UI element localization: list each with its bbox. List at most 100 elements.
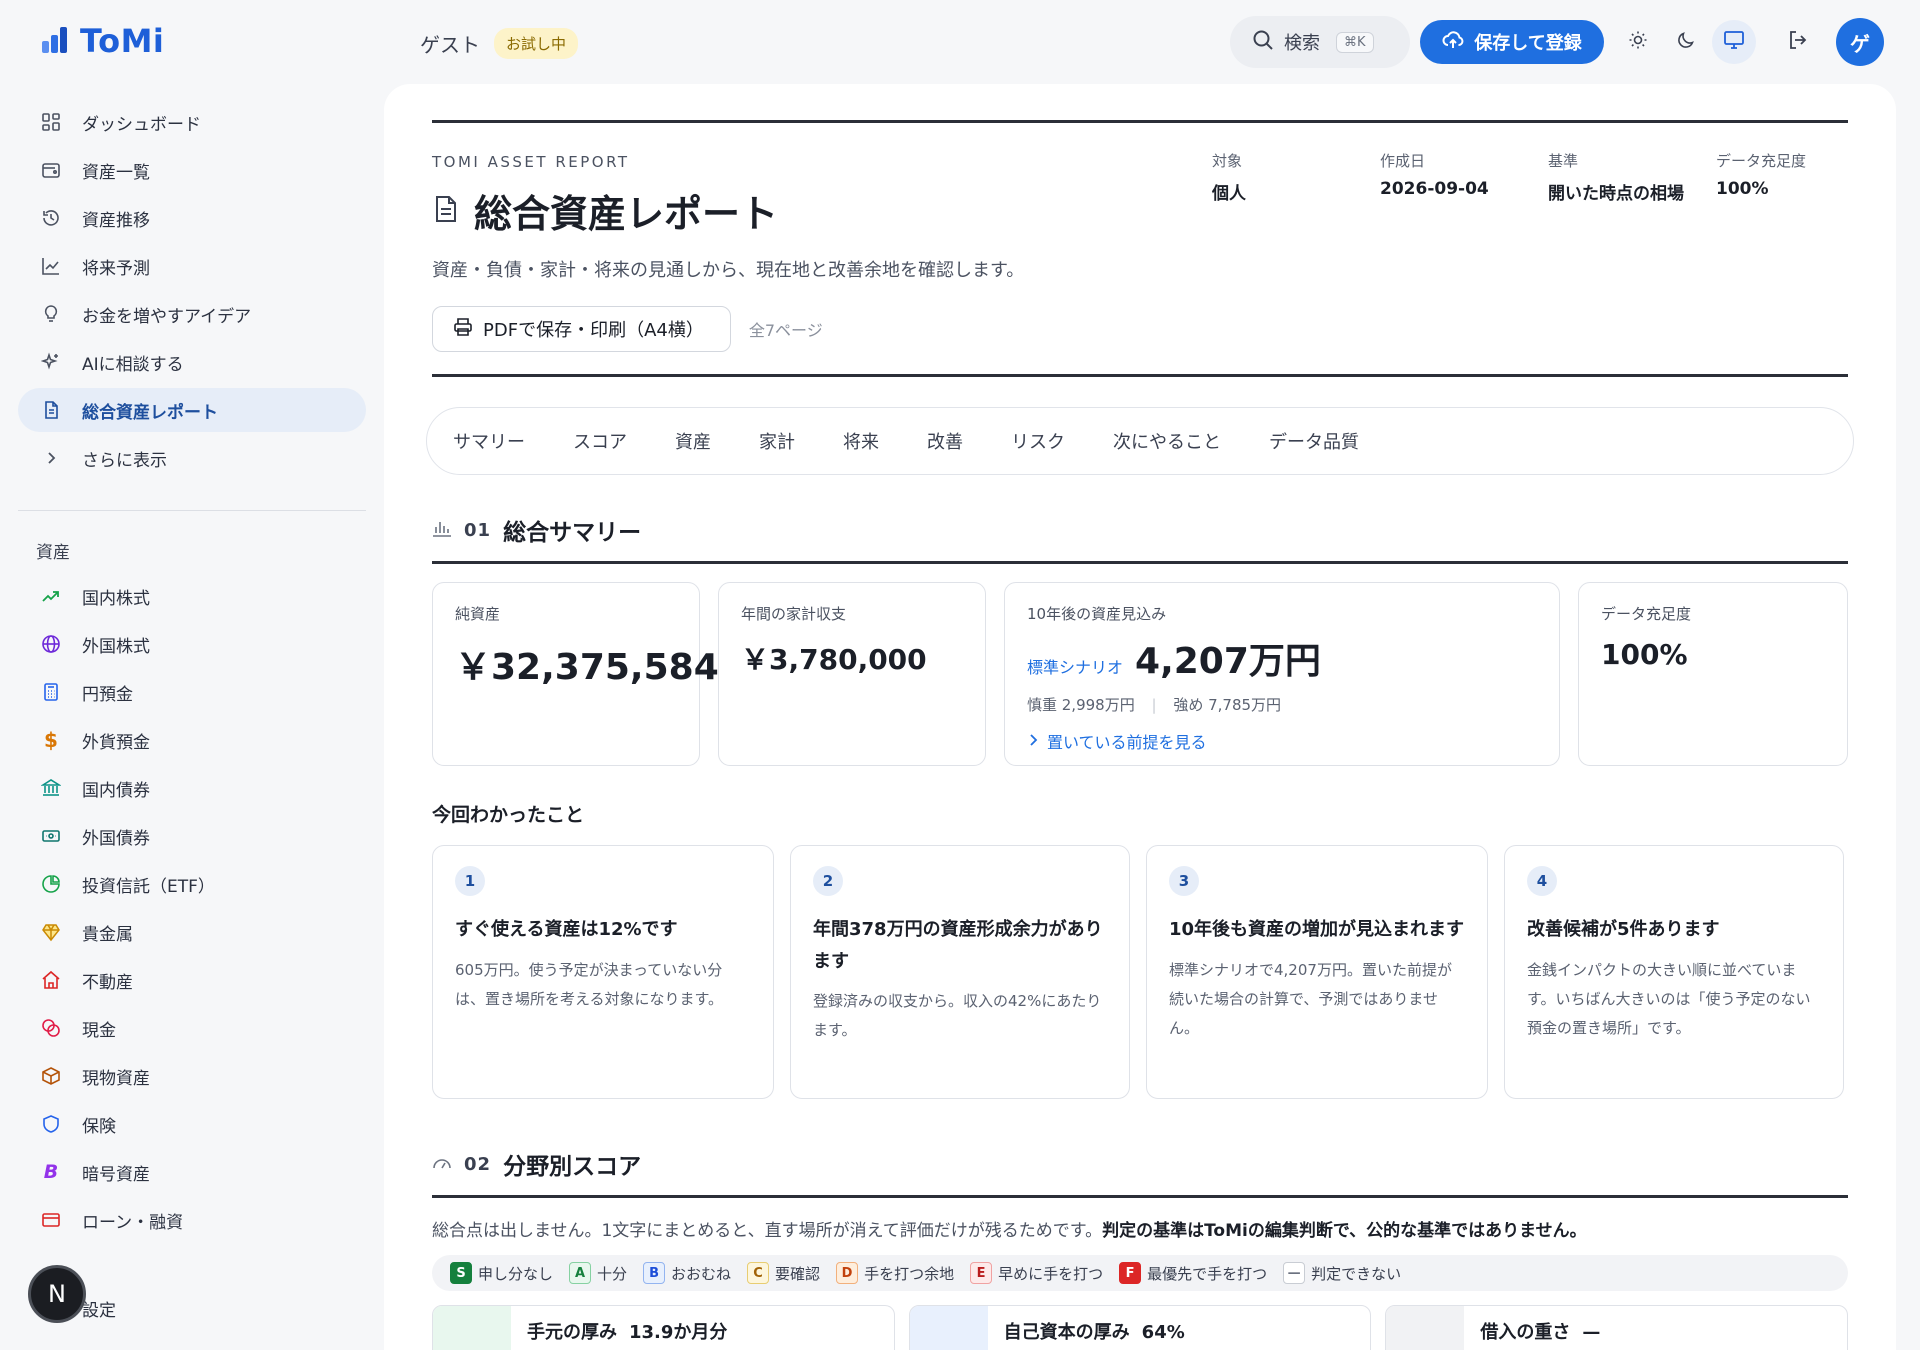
legend-item: D 手を打つ余地: [836, 1262, 954, 1284]
dollar-icon: $: [44, 728, 58, 752]
kpi-label: 10年後の資産見込み: [1027, 605, 1167, 623]
forecast-value: 4,207万円: [1135, 641, 1321, 682]
score-heading: 02 分野別スコア: [432, 1147, 1848, 1181]
assets-heading: 資産: [36, 543, 70, 563]
tab-future[interactable]: 将来: [843, 428, 879, 454]
kpi-value: ￥32,375,584: [455, 647, 719, 688]
sidebar-item-cash[interactable]: 現金: [18, 1006, 366, 1050]
finding-number: 4: [1527, 866, 1557, 896]
score-card-value: 64%: [1141, 1322, 1185, 1343]
sidebar-item-dashboard[interactable]: ダッシュボード: [18, 100, 366, 144]
system-mode-button[interactable]: [1712, 20, 1756, 64]
theme-switcher: [1616, 20, 1756, 64]
page-title: 総合資産レポート: [474, 192, 779, 236]
sidebar-item-real-estate[interactable]: 不動産: [18, 958, 366, 1002]
app-logo[interactable]: ToMi: [40, 22, 164, 60]
wallet-icon: [40, 159, 62, 181]
sidebar-item-label: 外国債券: [82, 828, 150, 849]
history-icon: [40, 207, 62, 229]
score-section: 02 分野別スコア 総合点は出しません。1文字にまとめると、直す場所が消えて評価…: [432, 1147, 1849, 1350]
score-cards: 手元の厚み13.9か月分収入が止まっても、しばらくは暮らしを続け 自己資本の厚み6…: [432, 1305, 1849, 1350]
sidebar-item-label: 外貨預金: [82, 732, 150, 753]
finding-body: 605万円。使う予定が決まっていない分は、置き場所を考える対象になります。: [455, 960, 724, 1008]
sparkle-icon: [40, 351, 62, 373]
sidebar-item-domestic-stocks[interactable]: 国内株式: [18, 574, 366, 618]
dark-mode-button[interactable]: [1664, 20, 1708, 64]
sidebar-item-physical-assets[interactable]: 現物資産: [18, 1054, 366, 1098]
sidebar-item-ai-consult[interactable]: AIに相談する: [18, 340, 366, 384]
assumptions-link[interactable]: 置いている前提を見る: [1027, 729, 1537, 753]
tab-next-steps[interactable]: 次にやること: [1113, 428, 1221, 454]
section-rule: [432, 561, 1848, 564]
sidebar-item-insurance[interactable]: 保険: [18, 1102, 366, 1146]
sidebar-item-label: 保険: [82, 1116, 116, 1137]
main-nav: ダッシュボード 資産一覧 資産推移 将来予測 お金を増やすアイデア AIに相談す…: [18, 100, 366, 484]
search-button[interactable]: 検索 ⌘K: [1230, 16, 1410, 68]
pie-icon: [40, 873, 62, 895]
meta-key: データ充足度: [1716, 152, 1807, 170]
sidebar-item-foreign-stocks[interactable]: 外国株式: [18, 622, 366, 666]
tab-data-quality[interactable]: データ品質: [1269, 428, 1359, 454]
sidebar-item-etf[interactable]: 投資信託（ETF）: [18, 862, 366, 906]
logout-button[interactable]: [1776, 20, 1820, 64]
score-card-body: 手元の厚み13.9か月分収入が止まっても、しばらくは暮らしを続け: [511, 1306, 860, 1350]
globe-icon: [40, 633, 62, 655]
meta-value: 100%: [1716, 179, 1769, 199]
light-mode-button[interactable]: [1616, 20, 1660, 64]
tab-household[interactable]: 家計: [759, 428, 795, 454]
score-grade-strip: [433, 1306, 511, 1350]
sidebar-item-label: AIに相談する: [82, 354, 184, 375]
meta-target: 対象 個人: [1212, 150, 1246, 204]
save-register-button[interactable]: 保存して登録: [1420, 20, 1604, 64]
legend-item: B おおむね: [643, 1262, 731, 1284]
sidebar-item-show-more[interactable]: さらに表示: [18, 436, 366, 480]
kpi-forecast: 10年後の資産見込み 標準シナリオ 4,207万円 慎重 2,998万円 | 強…: [1004, 582, 1560, 766]
summary-heading: 01 総合サマリー: [432, 513, 1848, 547]
sidebar-item-loans[interactable]: ローン・融資: [18, 1198, 366, 1242]
sidebar-item-asset-list[interactable]: 資産一覧: [18, 148, 366, 192]
bank-icon: [40, 777, 62, 799]
sidebar-item-foreign-bonds[interactable]: 外国債券: [18, 814, 366, 858]
sidebar-item-yen-deposits[interactable]: 円預金: [18, 670, 366, 714]
grid-icon: [40, 111, 62, 133]
sidebar-item-forecast[interactable]: 将来予測: [18, 244, 366, 288]
coins-icon: [40, 1017, 62, 1039]
tab-assets[interactable]: 資産: [675, 428, 711, 454]
sidebar-item-label: 不動産: [82, 972, 133, 993]
user-avatar[interactable]: ゲ: [1836, 18, 1884, 66]
score-card[interactable]: 手元の厚み13.9か月分収入が止まっても、しばらくは暮らしを続け: [432, 1305, 895, 1350]
finding-body: 金銭インパクトの大きい順に並べています。いちばん大きいのは「使う予定のない預金の…: [1527, 960, 1811, 1038]
score-card[interactable]: 借入の重さ—借入はありますが、家計に返済額が入ってい: [1385, 1305, 1849, 1350]
tab-improvement[interactable]: 改善: [927, 428, 963, 454]
sidebar-item-label: 総合資産レポート: [82, 402, 218, 423]
grade-label: 申し分なし: [478, 1264, 554, 1283]
tab-risk[interactable]: リスク: [1011, 428, 1065, 454]
sidebar-item-asset-history[interactable]: 資産推移: [18, 196, 366, 240]
forecast-aggressive: 強め 7,785万円: [1173, 696, 1282, 714]
user-badge[interactable]: N: [28, 1265, 86, 1323]
tab-summary[interactable]: サマリー: [453, 428, 525, 454]
grade-label: 判定できない: [1311, 1264, 1402, 1283]
finding-card: 4 改善候補が5件あります 金銭インパクトの大きい順に並べています。いちばん大き…: [1504, 845, 1844, 1099]
pdf-print-button[interactable]: PDFで保存・印刷（A4横）: [432, 306, 731, 352]
document-icon: [432, 194, 460, 228]
grade-badge: B: [643, 1262, 666, 1284]
meta-value: 2026-09-04: [1380, 179, 1489, 199]
tab-score[interactable]: スコア: [573, 428, 627, 454]
legend-item: — 判定できない: [1283, 1262, 1401, 1284]
sidebar-item-report[interactable]: 総合資産レポート: [18, 388, 366, 432]
score-desc-emphasis: 判定の基準はToMiの編集判断で、公的な基準ではありません。: [1102, 1221, 1587, 1241]
sidebar-item-ideas[interactable]: お金を増やすアイデア: [18, 292, 366, 336]
section-number: 01: [464, 519, 492, 541]
kpi-annual-balance: 年間の家計収支 ￥3,780,000: [718, 582, 986, 766]
sidebar-item-fx-deposits[interactable]: $ 外貨預金: [18, 718, 366, 762]
score-card[interactable]: 自己資本の厚み64%資産の大半が自分のものです。値下がりして: [908, 1305, 1372, 1350]
sidebar-item-domestic-bonds[interactable]: 国内債券: [18, 766, 366, 810]
section-title: 総合サマリー: [503, 520, 642, 546]
findings-title: 今回わかったこと: [432, 804, 585, 826]
pdf-print-label: PDFで保存・印刷（A4横）: [483, 320, 704, 341]
sidebar-item-crypto[interactable]: B 暗号資産: [18, 1150, 366, 1194]
finding-title: 年間378万円の資産形成余力があります: [813, 919, 1103, 972]
sidebar-item-precious-metals[interactable]: 貴金属: [18, 910, 366, 954]
search-icon: [1252, 29, 1274, 56]
